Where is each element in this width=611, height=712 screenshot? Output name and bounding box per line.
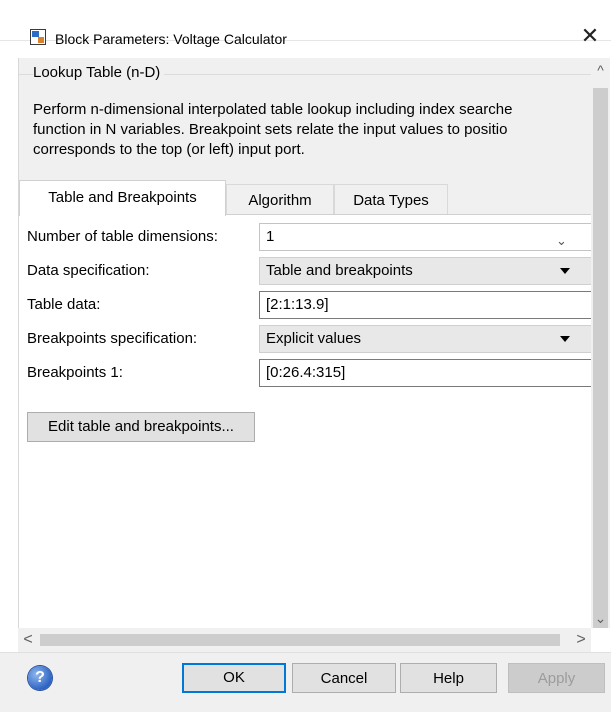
cancel-button[interactable]: Cancel (292, 663, 396, 693)
num-dimensions-value: 1 (266, 228, 275, 245)
tab-panel-table-and-breakpoints: Number of table dimensions: 1 ⌄ Data spe… (19, 214, 610, 628)
help-button[interactable]: Help (400, 663, 497, 693)
close-icon[interactable]: ✕ (579, 24, 601, 48)
tab-bar: Table and Breakpoints Algorithm Data Typ… (19, 180, 610, 216)
vertical-scrollbar[interactable]: ^ ⌄ (591, 58, 610, 628)
table-data-input[interactable]: [2:1:13.9] (259, 291, 610, 319)
dropdown-arrow-icon (560, 336, 570, 342)
breakpoints-1-label: Breakpoints 1: (27, 364, 123, 381)
scroll-left-icon[interactable]: < (18, 628, 38, 652)
description-line-3: corresponds to the top (or left) input p… (33, 141, 305, 158)
data-spec-label: Data specification: (27, 262, 150, 279)
horizontal-scroll-thumb[interactable] (40, 634, 560, 646)
bp-spec-label: Breakpoints specification: (27, 330, 198, 347)
ok-button[interactable]: OK (182, 663, 286, 693)
scroll-up-icon[interactable]: ^ (591, 60, 610, 80)
bp-spec-dropdown[interactable]: Explicit values (259, 325, 610, 353)
data-spec-dropdown[interactable]: Table and breakpoints (259, 257, 610, 285)
table-data-label: Table data: (27, 296, 101, 313)
dropdown-arrow-icon (560, 268, 570, 274)
breakpoints-1-input[interactable]: [0:26.4:315] (259, 359, 610, 387)
help-icon[interactable]: ? (28, 666, 52, 690)
scroll-down-icon[interactable]: ⌄ (591, 608, 610, 628)
description-line-1: Perform n-dimensional interpolated table… (33, 101, 513, 118)
dialog-footer: ? OK Cancel Help Apply (0, 652, 611, 712)
block-description: Perform n-dimensional interpolated table… (33, 100, 610, 160)
vertical-scroll-thumb[interactable] (593, 88, 608, 628)
tab-data-types[interactable]: Data Types (334, 184, 448, 215)
title-bar: Block Parameters: Voltage Calculator ✕ (0, 0, 611, 48)
block-group-title: Lookup Table (n-D) (33, 64, 165, 81)
dialog-content: Lookup Table (n-D) Perform n-dimensional… (18, 58, 610, 628)
num-dimensions-label: Number of table dimensions: (27, 228, 218, 245)
scroll-right-icon[interactable]: > (571, 628, 591, 652)
chevron-down-icon: ⌄ (556, 233, 567, 248)
window-title: Block Parameters: Voltage Calculator (55, 31, 287, 47)
apply-button[interactable]: Apply (508, 663, 605, 693)
num-dimensions-combobox[interactable]: 1 ⌄ (259, 223, 610, 251)
horizontal-scrollbar[interactable]: < > (18, 628, 591, 652)
simulink-block-icon (30, 29, 46, 45)
edit-table-button[interactable]: Edit table and breakpoints... (27, 412, 255, 442)
tab-algorithm[interactable]: Algorithm (226, 184, 334, 215)
description-line-2: function in N variables. Breakpoint sets… (33, 121, 508, 138)
tab-table-and-breakpoints[interactable]: Table and Breakpoints (19, 180, 226, 216)
